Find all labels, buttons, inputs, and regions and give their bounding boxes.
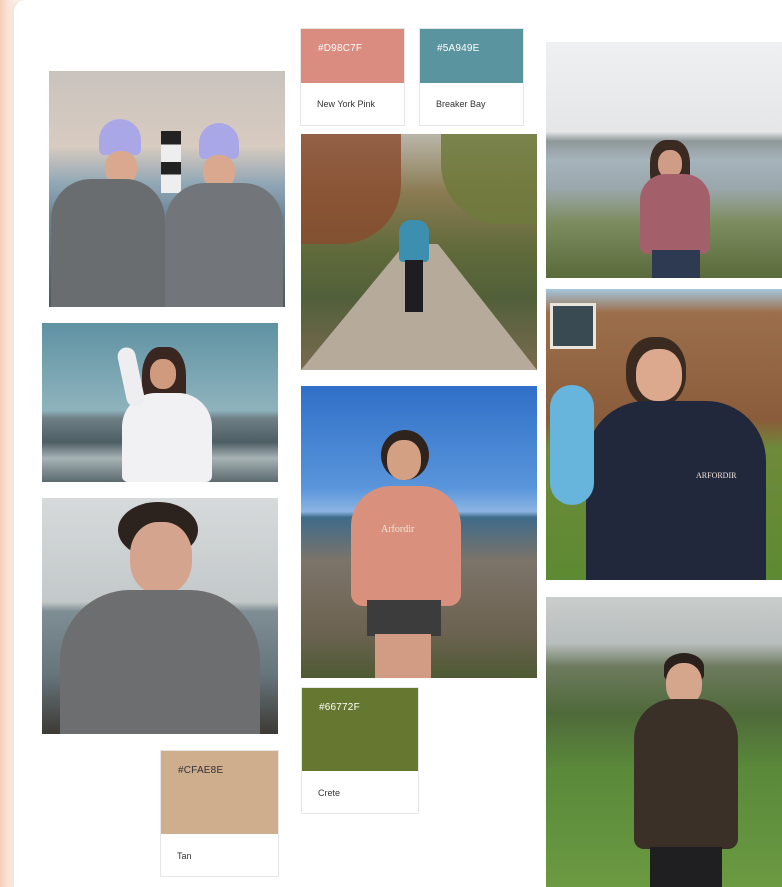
swatch-chip: [302, 688, 418, 771]
photo-man-grey-fleece[interactable]: [42, 498, 278, 734]
lighthouse-icon: [161, 131, 181, 193]
face: [387, 440, 421, 480]
brown-fleece: [634, 699, 738, 849]
blue-sleeve: [550, 385, 594, 505]
fleece-right: [165, 183, 283, 307]
photo-woman-white-sweatshirt-sea[interactable]: [42, 323, 278, 482]
pink-sweatshirt: [351, 486, 461, 606]
swatch-name: Breaker Bay: [436, 99, 486, 109]
trousers: [650, 847, 722, 887]
beanie-left: [99, 119, 141, 155]
sweatshirt-wordmark: Arfordir: [381, 524, 415, 535]
fleece-wordmark: ARFORDIR: [696, 471, 737, 480]
swatch-hex: #CFAE8E: [178, 765, 224, 776]
swatch-name: New York Pink: [317, 99, 376, 109]
beanie-right: [199, 123, 239, 159]
photo-woman-pink-sweatshirt-beach[interactable]: Arfordir: [301, 386, 537, 678]
swatch-new-york-pink[interactable]: #D98C7F New York Pink: [300, 28, 405, 126]
swatch-hex: #D98C7F: [318, 43, 363, 54]
swatch-hex: #66772F: [319, 702, 360, 713]
swatch-name: Crete: [318, 788, 341, 798]
swatch-chip: [161, 751, 278, 834]
photo-woman-mauve-sweatshirt-coast[interactable]: [546, 42, 782, 278]
photo-two-women-lighthouse[interactable]: [49, 71, 285, 307]
photo-walking-autumn-path[interactable]: [301, 134, 537, 370]
walker-legs: [405, 260, 423, 312]
mauve-sweatshirt: [640, 174, 710, 254]
swatch-breaker-bay[interactable]: #5A949E Breaker Bay: [419, 28, 524, 126]
swatch-tan[interactable]: #CFAE8E Tan: [160, 750, 279, 877]
tree-canopy-left: [301, 134, 401, 244]
photo-woman-navy-blue-fleece-garden[interactable]: ARFORDIR: [546, 289, 782, 580]
swatch-hex: #5A949E: [437, 43, 480, 54]
swatch-name: Tan: [177, 851, 192, 861]
window: [550, 303, 596, 349]
grey-fleece: [60, 590, 260, 734]
fleece-left: [51, 179, 165, 307]
tree-canopy-right: [441, 134, 537, 224]
walker-teal-hoodie: [399, 220, 429, 262]
navy-fleece: [586, 401, 766, 580]
photo-man-brown-fleece-hills[interactable]: [546, 597, 782, 887]
shorts: [367, 600, 441, 636]
swatch-chip: [420, 29, 523, 83]
jeans: [652, 250, 700, 278]
swatch-chip: [301, 29, 404, 83]
legs: [375, 634, 431, 678]
face: [130, 522, 192, 594]
face: [150, 359, 176, 389]
face: [636, 349, 682, 401]
swatch-crete[interactable]: #66772F Crete: [301, 687, 419, 814]
